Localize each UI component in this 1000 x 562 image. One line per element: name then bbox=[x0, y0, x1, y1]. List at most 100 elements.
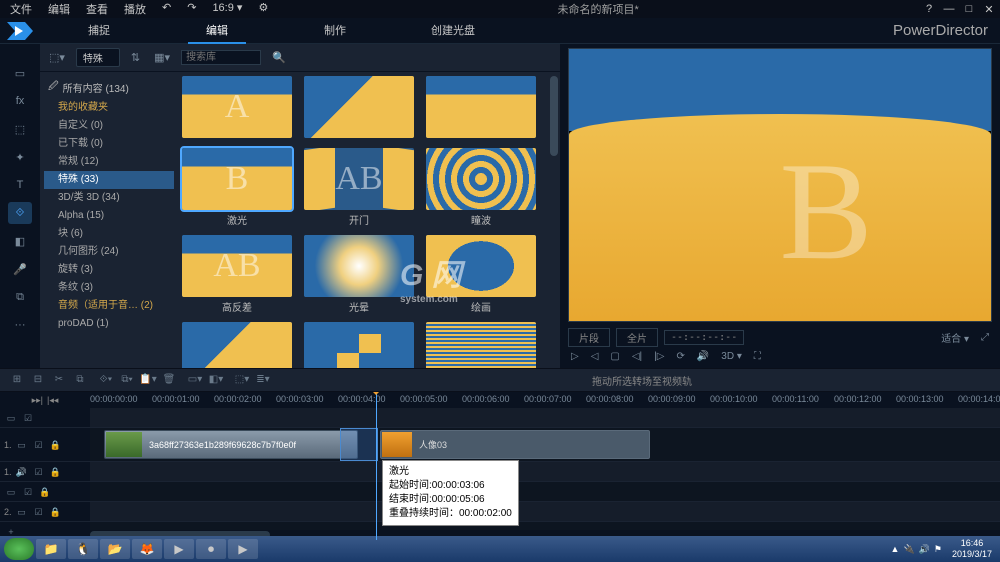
track-toggle-icon[interactable]: ☑ bbox=[21, 485, 35, 499]
category-dropdown[interactable]: 特殊 bbox=[76, 48, 120, 67]
tab-createdisc[interactable]: 创建光盘 bbox=[394, 18, 512, 44]
room-menu-icon[interactable]: ⬚▾ bbox=[46, 51, 68, 64]
timecode[interactable]: --:--:--:-- bbox=[664, 330, 744, 345]
search-input[interactable] bbox=[181, 50, 261, 65]
playback-btn-1[interactable]: ◁ bbox=[588, 351, 602, 362]
track-toggle-icon[interactable]: ▭ bbox=[15, 505, 29, 519]
category-item[interactable]: 我的收藏夹 bbox=[44, 99, 174, 117]
category-all[interactable]: 🖉 所有内容 (134) bbox=[44, 76, 174, 99]
transition-thumb[interactable] bbox=[426, 76, 536, 144]
track-lane[interactable] bbox=[90, 408, 1000, 427]
tl-tool[interactable]: ✂ bbox=[50, 372, 68, 388]
track-toggle-icon[interactable]: ☑ bbox=[32, 438, 46, 452]
preview-canvas[interactable]: B bbox=[568, 48, 992, 322]
tl-tool[interactable]: ⬚▾ bbox=[233, 372, 251, 388]
taskbar-app[interactable]: 📁 bbox=[36, 539, 66, 559]
track-toggle-icon[interactable]: 🔊 bbox=[15, 465, 29, 479]
track-toggle-icon[interactable]: ☑ bbox=[21, 411, 35, 425]
view-icon[interactable]: ▦▾ bbox=[151, 51, 173, 64]
track-lane[interactable] bbox=[90, 462, 1000, 481]
category-item[interactable]: proDAD (1) bbox=[44, 315, 174, 333]
room-tool-7[interactable]: 🎤 bbox=[8, 258, 32, 280]
category-item[interactable]: 旋转 (3) bbox=[44, 261, 174, 279]
tray-icon[interactable]: 🔌 bbox=[903, 544, 914, 555]
maximize-button[interactable]: □ bbox=[962, 3, 976, 16]
menu-edit[interactable]: 编辑 bbox=[42, 1, 76, 17]
seg-movie[interactable]: 全片 bbox=[616, 328, 658, 347]
playback-btn-8[interactable]: ⛶ bbox=[751, 351, 764, 362]
tray-icon[interactable]: ⚑ bbox=[934, 544, 942, 555]
playback-btn-6[interactable]: 🔊 bbox=[694, 351, 712, 362]
track-toggle-icon[interactable]: ▭ bbox=[15, 438, 29, 452]
room-tool-0[interactable]: ▭ bbox=[8, 62, 32, 84]
transition-thumb[interactable]: 光晕 bbox=[304, 235, 414, 318]
tab-produce[interactable]: 制作 bbox=[276, 18, 394, 44]
tl-tool[interactable]: ▭▾ bbox=[186, 372, 204, 388]
room-tool-6[interactable]: ◧ bbox=[8, 230, 32, 252]
room-tool-9[interactable]: ··· bbox=[8, 314, 32, 336]
playback-btn-4[interactable]: |▷ bbox=[651, 351, 667, 362]
video-clip[interactable]: 人像03 bbox=[380, 430, 650, 459]
search-icon[interactable]: 🔍 bbox=[269, 51, 289, 64]
playback-btn-5[interactable]: ⟳ bbox=[673, 351, 687, 362]
transition-thumb[interactable]: 干扰 bbox=[426, 322, 536, 368]
playback-btn-7[interactable]: 3D ▾ bbox=[718, 351, 745, 362]
track-toggle-icon[interactable]: ☑ bbox=[32, 505, 46, 519]
taskbar-app[interactable]: ▶ bbox=[164, 539, 194, 559]
room-tool-3[interactable]: ✦ bbox=[8, 146, 32, 168]
redo-icon[interactable]: ↷ bbox=[181, 1, 202, 17]
prev-marker-icon[interactable]: |◂◂ bbox=[47, 395, 58, 406]
transition-thumb[interactable]: AB高反差 bbox=[182, 235, 292, 318]
menu-play[interactable]: 播放 bbox=[118, 1, 152, 17]
transition-thumb[interactable]: 瞳波 bbox=[426, 148, 536, 231]
transition-thumb[interactable]: 绘画 bbox=[426, 235, 536, 318]
room-tool-8[interactable]: ⧉ bbox=[8, 286, 32, 308]
tl-tool[interactable]: ⧉▾ bbox=[118, 372, 136, 388]
next-marker-icon[interactable]: ▸▸| bbox=[32, 395, 43, 406]
track-toggle-icon[interactable]: 🔒 bbox=[49, 438, 63, 452]
tray-icon[interactable]: 🔊 bbox=[919, 544, 930, 555]
minimize-button[interactable]: — bbox=[942, 3, 956, 16]
room-tool-5[interactable]: ⟐ bbox=[8, 202, 32, 224]
taskbar-app[interactable]: 📂 bbox=[100, 539, 130, 559]
timeline-ruler[interactable]: ▸▸| |◂◂ 00:00:00:0000:00:01:0000:00:02:0… bbox=[0, 392, 1000, 408]
category-item[interactable]: 音频（适用于音… (2) bbox=[44, 297, 174, 315]
category-item[interactable]: 条纹 (3) bbox=[44, 279, 174, 297]
track-toggle-icon[interactable]: 🔒 bbox=[49, 465, 63, 479]
tl-tool[interactable]: 🗑 bbox=[160, 372, 178, 388]
start-button[interactable] bbox=[4, 538, 34, 560]
category-item[interactable]: Alpha (15) bbox=[44, 207, 174, 225]
track-toggle-icon[interactable]: 🔒 bbox=[38, 485, 52, 499]
taskbar-app[interactable]: 🐧 bbox=[68, 539, 98, 559]
track-toggle-icon[interactable]: ☑ bbox=[32, 465, 46, 479]
tl-tool[interactable]: ⊟ bbox=[29, 372, 47, 388]
taskbar-app[interactable]: ⏺ bbox=[196, 539, 226, 559]
category-item[interactable]: 块 (6) bbox=[44, 225, 174, 243]
category-item[interactable]: 自定义 (0) bbox=[44, 117, 174, 135]
tl-tool[interactable]: ⟐▾ bbox=[97, 372, 115, 388]
track-lane[interactable] bbox=[90, 502, 1000, 521]
playback-btn-2[interactable]: ▢ bbox=[607, 351, 622, 362]
transition-thumb[interactable] bbox=[304, 76, 414, 144]
tab-edit[interactable]: 编辑 bbox=[158, 18, 276, 44]
transition-thumb[interactable]: 风车 bbox=[304, 322, 414, 368]
menu-view[interactable]: 查看 bbox=[80, 1, 114, 17]
taskbar-app[interactable]: 🦊 bbox=[132, 539, 162, 559]
sort-icon[interactable]: ⇅ bbox=[128, 51, 143, 64]
transition-thumb[interactable]: 分色 bbox=[182, 322, 292, 368]
track-lane[interactable]: 3a68ff27363e1b289f69628c7b7f0e0f人像03 bbox=[90, 428, 1000, 461]
room-tool-2[interactable]: ⬚ bbox=[8, 118, 32, 140]
taskbar-app[interactable]: ▶ bbox=[228, 539, 258, 559]
playback-btn-3[interactable]: ◁| bbox=[629, 351, 645, 362]
tl-tool[interactable]: ⧉ bbox=[71, 372, 89, 388]
transition-thumb[interactable]: A bbox=[182, 76, 292, 144]
playback-btn-0[interactable]: ▷ bbox=[568, 351, 582, 362]
seg-clip[interactable]: 片段 bbox=[568, 328, 610, 347]
tab-capture[interactable]: 捕捉 bbox=[40, 18, 158, 44]
help-button[interactable]: ? bbox=[922, 3, 936, 16]
undo-icon[interactable]: ↶ bbox=[156, 1, 177, 17]
tl-tool[interactable]: ◧▾ bbox=[207, 372, 225, 388]
settings-icon[interactable]: ⚙ bbox=[252, 1, 274, 17]
track-toggle-icon[interactable]: ▭ bbox=[4, 485, 18, 499]
category-item[interactable]: 3D/类 3D (34) bbox=[44, 189, 174, 207]
